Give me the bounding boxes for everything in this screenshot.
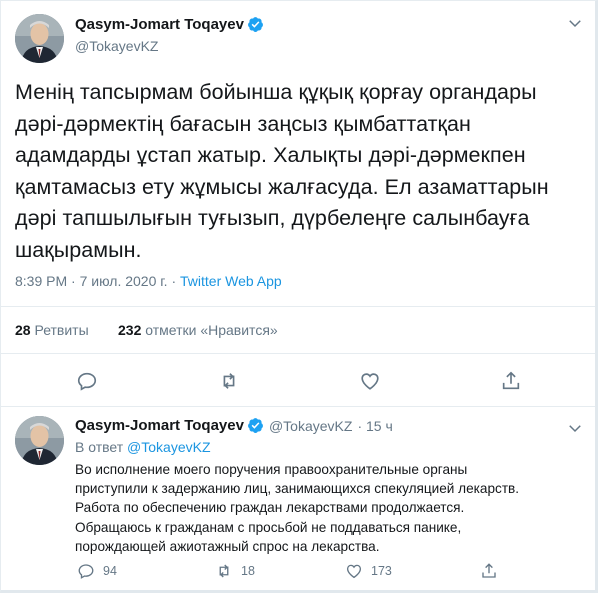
retweets-label: Ретвиты bbox=[34, 322, 89, 338]
tweet-source-app[interactable]: Twitter Web App bbox=[180, 273, 282, 289]
chevron-down-icon[interactable] bbox=[566, 419, 584, 437]
retweet-count: 18 bbox=[241, 564, 255, 578]
tweet-text-line: приступили к задержанию лиц, занимающихс… bbox=[75, 481, 520, 497]
verified-badge-icon bbox=[248, 418, 263, 433]
meta-separator: · bbox=[171, 273, 177, 289]
retweets-count: 28 bbox=[15, 322, 31, 338]
retweet-icon bbox=[219, 564, 229, 578]
tweet-meta: 8:39 PM · 7 июл. 2020 г. · Twitter Web A… bbox=[15, 273, 282, 289]
tweet-text-line: дәрі тапшылығын туғызып, дүрбелеңге салы… bbox=[15, 206, 530, 230]
tweet-actions bbox=[0, 366, 595, 396]
tweet-text-line: Обращаюсь к гражданам с просьбой не подд… bbox=[75, 519, 462, 535]
author-handle[interactable]: @TokayevKZ bbox=[269, 418, 352, 434]
author-name[interactable]: Qasym-Jomart Toqayev bbox=[75, 417, 244, 434]
like-button[interactable]: 173 bbox=[345, 562, 392, 580]
tweet-text-line: шақырамын. bbox=[15, 237, 142, 262]
tweet-text-line: Менің тапсырмам бойынша құқық қорғау орг… bbox=[15, 80, 537, 104]
reply-tweet-text: Во исполнение моего поручения правоохран… bbox=[75, 460, 585, 556]
tweet-text-line: дәрі-дәрмектің бағасын заңсыз қымбаттатқ… bbox=[15, 111, 471, 136]
meta-separator: · bbox=[71, 273, 76, 289]
share-icon[interactable] bbox=[500, 370, 522, 392]
tweet-text-line: адамдарды ұстап жатыр. Халықты дәрі-дәрм… bbox=[15, 143, 526, 167]
verified-badge-icon bbox=[248, 17, 263, 32]
reply-icon bbox=[78, 564, 94, 579]
like-count: 173 bbox=[371, 564, 392, 578]
reply-button[interactable]: 94 bbox=[77, 562, 117, 580]
like-icon bbox=[346, 564, 362, 579]
chevron-down-icon[interactable] bbox=[566, 14, 584, 32]
share-button[interactable] bbox=[480, 562, 506, 580]
tweet-text-line: қамтамасыз ету жұмысы жалғасуда. Ел азам… bbox=[15, 174, 549, 199]
retweets-stat[interactable]: 28 Ретвиты bbox=[15, 322, 89, 338]
tweet-time-ago[interactable]: · 15 ч bbox=[357, 418, 392, 434]
reply-context: В ответ @TokayevKZ bbox=[75, 439, 211, 455]
avatar[interactable] bbox=[15, 416, 64, 465]
author-handle[interactable]: @TokayevKZ bbox=[75, 38, 158, 54]
reply-to-link[interactable]: @TokayevKZ bbox=[127, 439, 210, 455]
tweet-stats: 28 Ретвиты 232 отметки «Нравится» bbox=[0, 306, 595, 354]
reply-header: Qasym-Jomart Toqayev @TokayevKZ · 15 ч bbox=[75, 417, 393, 434]
tweet-date[interactable]: 7 июл. 2020 г. bbox=[80, 273, 168, 289]
tweet-text-line: порождающей ажиотажный спрос на лекарств… bbox=[75, 538, 380, 554]
reply-prefix: В ответ bbox=[75, 439, 124, 455]
retweet-button[interactable]: 18 bbox=[215, 562, 255, 580]
tweet-text: Менің тапсырмам бойынша құқық қорғау орг… bbox=[15, 77, 585, 266]
tweet-text-line: Во исполнение моего поручения правоохран… bbox=[75, 462, 468, 477]
tweet-time[interactable]: 8:39 PM bbox=[15, 273, 67, 289]
retweet-icon[interactable] bbox=[218, 370, 240, 392]
avatar[interactable] bbox=[15, 14, 64, 63]
likes-count: 232 bbox=[118, 322, 142, 338]
reply-icon[interactable] bbox=[76, 370, 98, 392]
reply-tweet-actions: 94 18 173 bbox=[0, 562, 595, 584]
tweet-text-line: Работа по обеспечению граждан лекарствам… bbox=[75, 500, 465, 516]
likes-label: отметки «Нравится» bbox=[145, 322, 278, 338]
reply-count: 94 bbox=[103, 564, 117, 578]
share-icon bbox=[482, 563, 496, 578]
main-tweet: Qasym-Jomart Toqayev @TokayevKZ Менің та… bbox=[0, 0, 595, 407]
likes-stat[interactable]: 232 отметки «Нравится» bbox=[118, 322, 278, 338]
like-icon[interactable] bbox=[359, 370, 381, 392]
author-name[interactable]: Qasym-Jomart Toqayev bbox=[75, 16, 244, 33]
